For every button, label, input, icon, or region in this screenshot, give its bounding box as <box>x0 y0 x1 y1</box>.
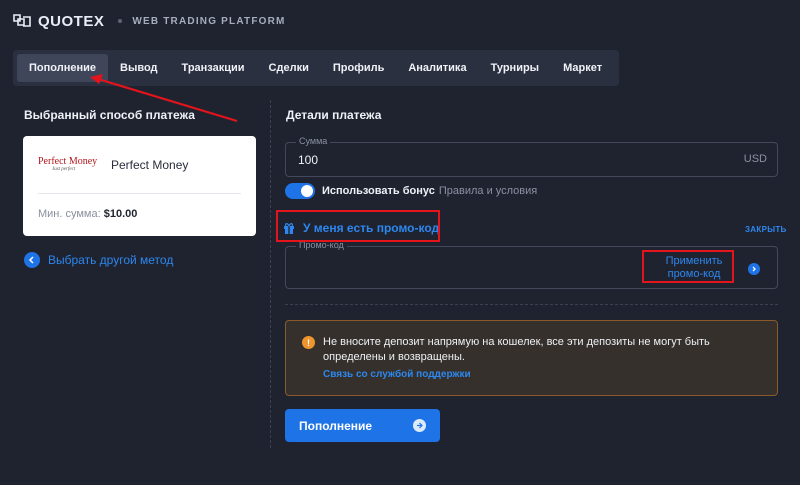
amount-field[interactable]: Сумма 100 USD <box>285 136 778 177</box>
min-amount-label: Мин. сумма: <box>38 208 101 220</box>
top-header: QUOTEX WEB TRADING PLATFORM <box>0 0 800 42</box>
tab-transactions[interactable]: Транзакции <box>170 54 257 82</box>
gift-icon <box>284 223 294 234</box>
promo-code-field[interactable]: Промо-код Применить промо-код <box>285 240 778 289</box>
apply-promo-button[interactable]: Применить промо-код <box>658 255 730 281</box>
bonus-label: Использовать бонус <box>322 185 435 197</box>
choose-other-method-link[interactable]: Выбрать другой метод <box>24 252 173 268</box>
column-divider <box>270 100 271 448</box>
arrow-right-icon[interactable] <box>748 263 760 275</box>
deposit-button[interactable]: Пополнение <box>285 409 440 442</box>
header-subtitle: WEB TRADING PLATFORM <box>132 15 286 27</box>
support-link[interactable]: Связь со службой поддержки <box>323 369 471 380</box>
min-amount-value: $10.00 <box>103 208 138 220</box>
amount-currency: USD <box>743 153 767 165</box>
tab-tournaments[interactable]: Турниры <box>479 54 552 82</box>
payment-details-title: Детали платежа <box>286 108 382 122</box>
payment-method-name: Perfect Money <box>111 158 189 172</box>
tab-market[interactable]: Маркет <box>551 54 614 82</box>
tab-profile[interactable]: Профиль <box>321 54 396 82</box>
choose-other-method-label: Выбрать другой метод <box>48 253 174 267</box>
amount-value: 100 <box>298 153 319 167</box>
deposit-button-label: Пополнение <box>299 418 373 433</box>
deposit-warning: ! Не вносите депозит напрямую на кошелек… <box>285 320 778 396</box>
tab-withdraw[interactable]: Вывод <box>108 54 170 82</box>
warning-text: Не вносите депозит напрямую на кошелек, … <box>323 336 710 363</box>
payment-method-card[interactable]: Perfect Money Just perfect Perfect Money… <box>23 136 256 236</box>
promo-code-toggle-label: У меня есть промо-код <box>303 221 440 235</box>
toggle-knob <box>301 185 313 197</box>
tab-analytics[interactable]: Аналитика <box>396 54 478 82</box>
promo-code-toggle[interactable]: У меня есть промо-код <box>283 221 439 235</box>
arrow-right-icon <box>413 419 426 432</box>
close-promo-link[interactable]: ЗАКРЫТЬ <box>745 225 787 234</box>
tab-trades[interactable]: Сделки <box>257 54 321 82</box>
bonus-row: Использовать бонус Правила и условия <box>285 182 537 200</box>
chevron-left-icon <box>24 252 40 268</box>
pm-logo-text: Perfect Money <box>38 156 98 167</box>
pm-logo-tagline: Just perfect <box>52 167 76 172</box>
selected-method-title: Выбранный способ платежа <box>24 108 195 122</box>
min-amount: Мин. сумма: $10.00 <box>38 208 137 220</box>
account-tabs: Пополнение Вывод Транзакции Сделки Профи… <box>13 50 619 86</box>
card-divider <box>38 193 241 194</box>
quotex-logo-icon <box>13 14 31 27</box>
logo-text: QUOTEX <box>38 12 105 30</box>
amount-label: Сумма <box>296 136 331 146</box>
section-divider <box>285 304 778 305</box>
header-separator-dot <box>118 19 123 23</box>
tab-deposit[interactable]: Пополнение <box>17 54 108 82</box>
bonus-toggle[interactable] <box>285 183 315 199</box>
bonus-rules-link[interactable]: Правила и условия <box>439 185 537 197</box>
quotex-logo[interactable]: QUOTEX <box>12 13 104 30</box>
perfect-money-logo: Perfect Money Just perfect <box>38 156 100 174</box>
promo-code-label: Промо-код <box>296 240 347 250</box>
warning-icon: ! <box>302 336 315 349</box>
